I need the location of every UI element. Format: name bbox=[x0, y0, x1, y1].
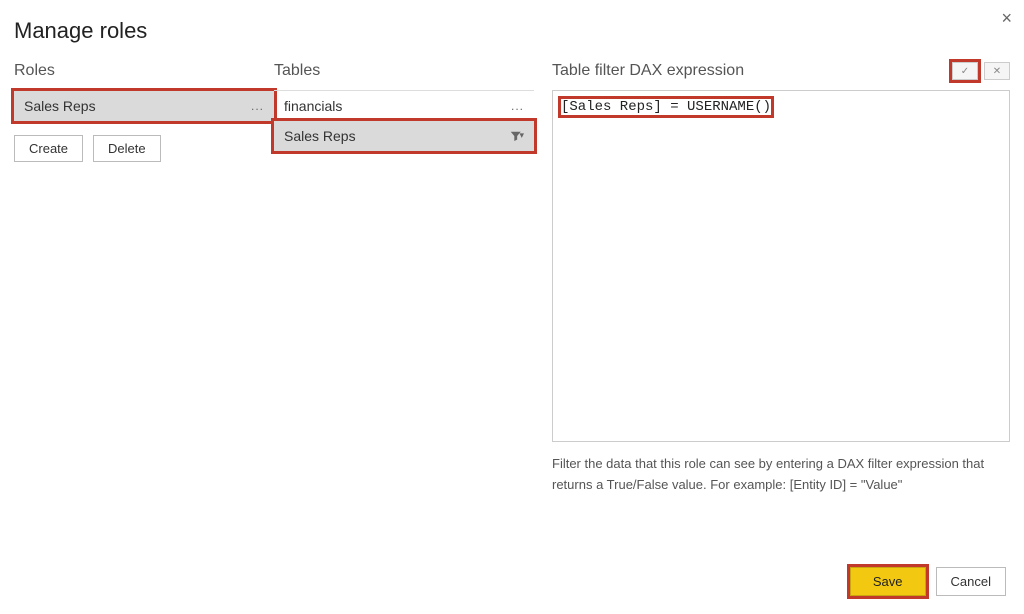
close-icon[interactable]: × bbox=[1001, 8, 1012, 29]
dax-expression-input[interactable]: [Sales Reps] = USERNAME() bbox=[552, 90, 1010, 442]
tables-header: Tables bbox=[274, 62, 534, 80]
table-item-label: financials bbox=[284, 98, 342, 114]
dax-help-text: Filter the data that this role can see b… bbox=[552, 454, 1010, 496]
roles-list: Sales Reps ... bbox=[14, 90, 274, 121]
save-button[interactable]: Save bbox=[850, 567, 926, 596]
table-item-financials[interactable]: financials ... bbox=[274, 91, 534, 121]
role-item-label: Sales Reps bbox=[24, 98, 96, 114]
dax-header: Table filter DAX expression bbox=[552, 62, 744, 80]
tables-panel: Tables financials ... Sales Reps ▾ bbox=[274, 62, 534, 496]
discard-expression-button[interactable]: ✕ bbox=[984, 62, 1010, 80]
dax-expression-text: [Sales Reps] = USERNAME() bbox=[561, 99, 771, 115]
create-role-button[interactable]: Create bbox=[14, 135, 83, 162]
filter-icon[interactable]: ▾ bbox=[510, 129, 524, 143]
dialog-title: Manage roles bbox=[0, 0, 1024, 62]
cancel-button[interactable]: Cancel bbox=[936, 567, 1006, 596]
delete-role-button[interactable]: Delete bbox=[93, 135, 161, 162]
role-item-sales-reps[interactable]: Sales Reps ... bbox=[14, 91, 274, 121]
apply-expression-button[interactable]: ✓ bbox=[952, 62, 978, 80]
table-item-menu-icon[interactable]: ... bbox=[511, 99, 524, 113]
role-item-menu-icon[interactable]: ... bbox=[251, 99, 264, 113]
roles-header: Roles bbox=[14, 62, 274, 80]
roles-panel: Roles Sales Reps ... Create Delete bbox=[14, 62, 274, 496]
tables-list: financials ... Sales Reps ▾ bbox=[274, 90, 534, 151]
dax-panel: Table filter DAX expression ✓ ✕ [Sales R… bbox=[534, 62, 1010, 496]
table-item-sales-reps[interactable]: Sales Reps ▾ bbox=[274, 121, 534, 151]
table-item-label: Sales Reps bbox=[284, 128, 356, 144]
